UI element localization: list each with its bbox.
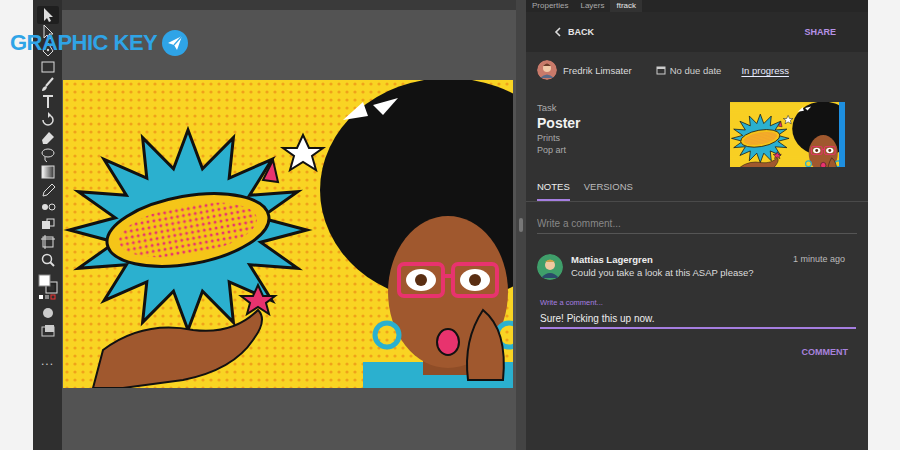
canvas-area[interactable] xyxy=(62,0,516,450)
note-author: Mattias Lagergren xyxy=(571,254,653,265)
note-tab[interactable]: VERSIONS xyxy=(584,181,633,201)
tool-button[interactable] xyxy=(37,181,59,199)
screen-mode-icon xyxy=(39,322,57,340)
pop-art-thumbnail xyxy=(730,102,839,167)
divider-handle[interactable] xyxy=(519,218,523,232)
selection-icon xyxy=(39,6,57,24)
user-avatar-icon xyxy=(537,254,563,280)
more-tools-button[interactable]: ... xyxy=(41,354,54,368)
tool-button[interactable] xyxy=(37,251,59,269)
tool-button[interactable] xyxy=(37,322,59,340)
task-path-item: Prints xyxy=(537,133,581,143)
tool-button[interactable] xyxy=(37,164,59,182)
note-header: Mattias Lagergren 1 minute ago xyxy=(571,254,857,265)
note-tabs: NOTES VERSIONS xyxy=(526,171,868,202)
fill-stroke-icon xyxy=(37,273,59,301)
tool-button[interactable] xyxy=(37,111,59,129)
rotate-icon xyxy=(39,111,57,129)
lasso-icon xyxy=(39,146,57,164)
task-meta: Fredrik Limsater No due date In progress xyxy=(526,52,868,88)
task-label: Task xyxy=(537,102,581,113)
share-button[interactable]: SHARE xyxy=(804,27,836,37)
note-time: 1 minute ago xyxy=(793,254,845,265)
tool-button[interactable] xyxy=(37,216,59,234)
task-path-item: Pop art xyxy=(537,145,581,155)
tool-button[interactable] xyxy=(37,59,59,77)
comment-field[interactable] xyxy=(537,214,857,234)
task-info: Task Poster Prints Pop art xyxy=(537,102,581,167)
panel-tab[interactable]: ftrack xyxy=(610,0,642,12)
document-tab-bar xyxy=(62,0,516,10)
note-body: Mattias Lagergren 1 minute ago Could you t… xyxy=(571,254,857,280)
back-label: BACK xyxy=(568,27,594,37)
symbol-icon xyxy=(39,216,57,234)
eraser-icon xyxy=(39,128,57,146)
toolbar: ... xyxy=(33,0,62,450)
due-date[interactable]: No due date xyxy=(656,65,722,76)
panel-tabs: PropertiesLayersftrack xyxy=(526,0,868,12)
thumbnail-bar xyxy=(839,102,845,167)
task-thumbnail[interactable] xyxy=(730,102,845,167)
panel-tab[interactable]: Properties xyxy=(526,0,574,12)
gradient-icon xyxy=(39,163,57,181)
panel-tab[interactable]: Layers xyxy=(574,0,610,12)
reply-field[interactable]: Write a comment... xyxy=(540,298,856,329)
reply-label: Write a comment... xyxy=(540,298,856,307)
zoom-icon xyxy=(39,251,57,269)
tool-button[interactable] xyxy=(37,94,59,112)
reply-input[interactable] xyxy=(540,313,856,324)
status-link[interactable]: In progress xyxy=(741,65,789,76)
artboard-icon xyxy=(39,233,57,251)
panel-header: BACK SHARE xyxy=(526,12,868,52)
artboard xyxy=(62,10,516,388)
user-avatar-icon xyxy=(537,60,557,80)
pop-art-illustration[interactable] xyxy=(63,80,513,388)
tool-button[interactable] xyxy=(37,6,59,24)
comment-button[interactable]: COMMENT xyxy=(802,347,849,357)
brush-icon xyxy=(39,76,57,94)
task-name: Poster xyxy=(537,115,581,131)
draw-mode-icon xyxy=(39,304,57,322)
task-card: Task Poster Prints Pop art xyxy=(526,88,868,167)
type-icon xyxy=(39,93,57,111)
tool-button[interactable] xyxy=(37,305,59,323)
paper-plane-icon xyxy=(162,30,188,56)
assignee-name[interactable]: Fredrik Limsater xyxy=(563,65,632,76)
calendar-icon xyxy=(656,65,666,75)
tool-button[interactable] xyxy=(37,234,59,252)
due-date-text: No due date xyxy=(670,65,722,76)
note-item: Mattias Lagergren 1 minute ago Could you t… xyxy=(526,234,868,280)
tool-button[interactable] xyxy=(37,146,59,164)
note-text: Could you take a look at this ASAP pleas… xyxy=(571,267,857,278)
watermark-text: GRAPHIC KEY xyxy=(10,30,157,56)
blend-icon xyxy=(39,198,57,216)
app-window: ... PropertiesLayersftrack BACK SHARE Fredri… xyxy=(33,0,868,450)
eyedropper-icon xyxy=(39,181,57,199)
tool-button[interactable] xyxy=(37,199,59,217)
panel-divider[interactable] xyxy=(516,0,526,450)
tool-button[interactable] xyxy=(37,129,59,147)
watermark: GRAPHIC KEY xyxy=(10,30,188,56)
ftrack-panel: PropertiesLayersftrack BACK SHARE Fredrik L… xyxy=(526,0,868,450)
note-tab[interactable]: NOTES xyxy=(537,181,570,201)
back-button[interactable]: BACK xyxy=(554,27,594,37)
chevron-left-icon xyxy=(554,27,562,37)
tool-button[interactable] xyxy=(37,76,59,94)
rectangle-icon xyxy=(39,58,57,76)
fill-stroke-swatch[interactable] xyxy=(37,273,59,301)
